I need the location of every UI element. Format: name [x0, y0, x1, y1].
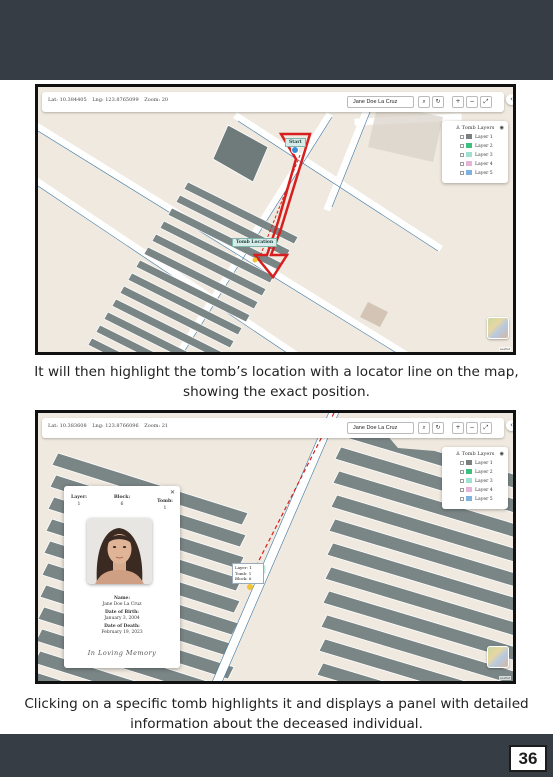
search-icon[interactable]: ⌕: [418, 422, 430, 434]
tomb-tooltip: Layer: 1 Tomb: 1 Block: 6: [232, 563, 264, 584]
zoom-readout: Zoom: 20: [144, 97, 169, 103]
zoom-out-icon[interactable]: −: [466, 96, 478, 108]
layer-toggle-4[interactable]: Layer 4: [460, 487, 493, 495]
zoom-in-icon[interactable]: +: [452, 422, 464, 434]
layer-toggle-3[interactable]: Layer 3: [460, 152, 493, 160]
zoom-in-icon[interactable]: +: [452, 96, 464, 108]
layers-title: Tomb Layers: [461, 451, 495, 457]
memorial-text: In Loving Memory: [87, 649, 157, 657]
target-marker-icon[interactable]: [252, 257, 258, 263]
zoom-out-icon[interactable]: −: [466, 422, 478, 434]
person-icon: ♙: [455, 451, 461, 457]
start-label: Start: [285, 138, 306, 147]
person-icon: ♙: [455, 125, 461, 131]
coordinates-readout: Lat: 10.383608 Lng: 123.8766096 Zoom: 21: [48, 423, 172, 429]
map-screenshot-route: Start Tomb Location Lat: 10.384405 Lng: …: [35, 84, 516, 355]
visibility-icon[interactable]: ◉: [500, 125, 504, 131]
layer-toggle-5[interactable]: Layer 5: [460, 496, 493, 504]
attribution[interactable]: Leaflet: [498, 676, 511, 680]
coordinates-readout: Lat: 10.384405 Lng: 123.8765099 Zoom: 20: [48, 97, 172, 103]
visibility-icon[interactable]: ◉: [500, 451, 504, 457]
deceased-details: Name: Jane Doe La Cruz Date of Birth: Ja…: [64, 596, 180, 638]
tomb-layers-panel: ♙ Tomb Layers ◉ Layer 1 Layer 2 Layer 3 …: [442, 447, 508, 509]
tomb-layers-panel: ♙ Tomb Layers ◉ Layer 1 Layer 2 Layer 3 …: [442, 121, 508, 183]
layer-toggle-2[interactable]: Layer 2: [460, 469, 493, 477]
info-layer: Layer: 1: [71, 495, 87, 507]
collapse-icon[interactable]: ‹: [506, 94, 513, 105]
fullscreen-icon[interactable]: ⤢: [480, 96, 492, 108]
layer-toggle-5[interactable]: Layer 5: [460, 170, 493, 178]
layer-toggle-2[interactable]: Layer 2: [460, 143, 493, 151]
zoom-readout: Zoom: 21: [144, 423, 169, 429]
page-number: 36: [509, 745, 547, 772]
layer-toggle-1[interactable]: Layer 1: [460, 134, 493, 142]
search-input[interactable]: Jane Doe La Cruz: [347, 422, 414, 434]
layer-toggle-3[interactable]: Layer 3: [460, 478, 493, 486]
tomb-location-label: Tomb Location: [232, 238, 278, 247]
deceased-portrait: [87, 518, 152, 584]
header-band: [0, 0, 553, 80]
refresh-icon[interactable]: ↻: [432, 422, 444, 434]
attribution[interactable]: Leaflet: [498, 347, 511, 351]
lat-readout: Lat: 10.383608: [48, 423, 87, 429]
fullscreen-icon[interactable]: ⤢: [480, 422, 492, 434]
layer-toggle-1[interactable]: Layer 1: [460, 460, 493, 468]
start-pin-icon[interactable]: [291, 146, 299, 154]
collapse-icon[interactable]: ‹: [506, 420, 513, 431]
search-icon[interactable]: ⌕: [418, 96, 430, 108]
dob-value: January 3, 2004: [104, 616, 140, 621]
layers-title: Tomb Layers: [461, 125, 495, 131]
caption-2: Clicking on a specific tomb highlights i…: [24, 696, 529, 732]
info-block: Block: 6: [113, 495, 131, 507]
lng-readout: Lng: 123.8765099: [92, 97, 139, 103]
lat-readout: Lat: 10.384405: [48, 97, 87, 103]
dod-value: February 19, 2023: [101, 630, 143, 635]
map-screenshot-detail: Layer: 1 Tomb: 1 Block: 6 Lat: 10.383608…: [35, 410, 516, 684]
search-input[interactable]: Jane Doe La Cruz: [347, 96, 414, 108]
lng-readout: Lng: 123.8766096: [92, 423, 139, 429]
basemap-switcher[interactable]: [487, 317, 509, 339]
caption-1: It will then highlight the tomb’s locati…: [34, 364, 519, 400]
basemap-switcher[interactable]: [487, 646, 509, 668]
footer-band: [0, 734, 553, 777]
deceased-info-panel: ✕ Layer: 1 Block: 6 Tomb: 1 Name: Jane D…: [64, 486, 180, 668]
name-value: Jane Doe La Cruz: [102, 602, 142, 607]
close-icon[interactable]: ✕: [170, 489, 175, 496]
map-toolbar: Lat: 10.384405 Lng: 123.8765099 Zoom: 20…: [42, 92, 504, 112]
tomb-marker-icon[interactable]: [247, 584, 253, 590]
tip-block: Block: 6: [235, 576, 252, 581]
layer-toggle-4[interactable]: Layer 4: [460, 161, 493, 169]
map-toolbar: Lat: 10.383608 Lng: 123.8766096 Zoom: 21…: [42, 418, 504, 438]
refresh-icon[interactable]: ↻: [432, 96, 444, 108]
info-tomb: Tomb: 1: [157, 499, 173, 511]
